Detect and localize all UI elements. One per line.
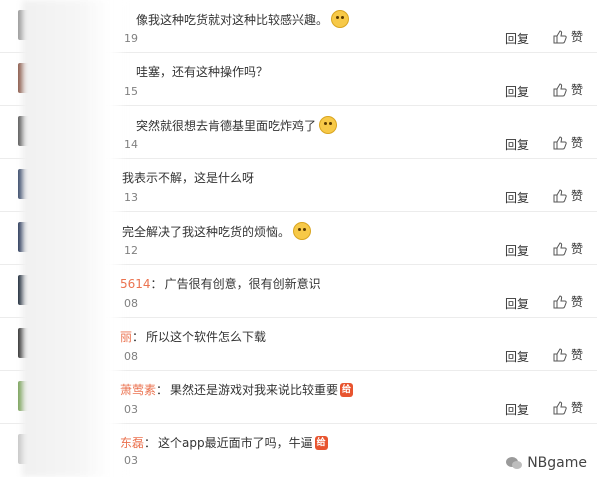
reply-button[interactable]: 回复 <box>505 83 529 100</box>
comment-username[interactable]: 丽 <box>120 328 132 345</box>
like-label: 赞 <box>570 295 583 309</box>
comment-username[interactable]: 萧莺素 <box>120 381 156 398</box>
thumbs-up-icon <box>553 294 567 308</box>
privacy-blur-overlay <box>22 0 127 477</box>
comment-time: 19 <box>124 32 138 45</box>
thumbs-up-icon <box>553 29 567 43</box>
like-label: 赞 <box>570 189 583 203</box>
like-label: 赞 <box>570 348 583 362</box>
comment-time: 08 <box>124 297 138 310</box>
thumbs-up-icon <box>553 82 567 96</box>
comment-time: 13 <box>124 191 138 204</box>
like-label: 赞 <box>570 30 583 44</box>
comment-time: 14 <box>124 138 138 151</box>
like-label: 赞 <box>570 401 583 415</box>
comment-text: 所以这个软件怎么下载 <box>146 330 267 344</box>
comment-text-wrap: 完全解决了我这种吃货的烦恼。 <box>122 222 312 240</box>
like-label: 赞 <box>570 136 583 150</box>
comment-text: 广告很有创意，很有创新意识 <box>164 277 321 291</box>
comment-text-wrap: 5614 ： 广告很有创意，很有创新意识 <box>120 276 321 292</box>
laugh-emoji-icon <box>331 10 350 28</box>
thumbs-up-icon <box>553 241 567 255</box>
comment-text-wrap: 像我这种吃货就对这种比较感兴趣。 <box>136 10 350 28</box>
like-button[interactable]: 赞 <box>553 399 583 416</box>
comment-text: 这个app最近面市了吗，牛逼 <box>158 436 313 450</box>
reply-button[interactable]: 回复 <box>505 189 529 206</box>
thumbs-up-icon <box>553 188 567 202</box>
thumbs-up-icon <box>553 400 567 414</box>
comment-time: 15 <box>124 85 138 98</box>
like-button[interactable]: 赞 <box>553 187 583 204</box>
comment-username[interactable]: 东磊 <box>120 434 144 451</box>
comment-time: 03 <box>124 403 138 416</box>
comment-username[interactable]: 5614 <box>120 277 151 291</box>
comment-text-wrap: 我表示不解，这是什么呀 <box>122 169 254 186</box>
like-button[interactable]: 赞 <box>553 240 583 257</box>
gift-badge-icon[interactable]: 给 <box>314 435 328 450</box>
reply-button[interactable]: 回复 <box>505 136 529 153</box>
reply-button[interactable]: 回复 <box>505 242 529 259</box>
like-button[interactable]: 赞 <box>553 293 583 310</box>
comment-text: 完全解决了我这种吃货的烦恼。 <box>122 224 291 239</box>
reply-button[interactable]: 回复 <box>505 401 529 418</box>
reply-button[interactable]: 回复 <box>505 295 529 312</box>
comment-text: 像我这种吃货就对这种比较感兴趣。 <box>136 12 329 27</box>
comment-text: 我表示不解，这是什么呀 <box>122 171 255 185</box>
thumbs-up-icon <box>553 135 567 149</box>
like-button[interactable]: 赞 <box>553 134 583 151</box>
like-button[interactable]: 赞 <box>553 346 583 363</box>
comment-text: 突然就很想去肯德基里面吃炸鸡了 <box>136 118 317 133</box>
like-button[interactable]: 赞 <box>553 28 583 45</box>
drool-emoji-icon <box>319 116 338 134</box>
smirk-emoji-icon <box>293 222 312 240</box>
comment-text-wrap: 哇塞，还有这种操作吗？ <box>136 63 268 80</box>
comment-text-wrap: 东磊 ： 这个app最近面市了吗，牛逼 给 <box>120 434 328 451</box>
comment-text-wrap: 突然就很想去肯德基里面吃炸鸡了 <box>136 116 338 134</box>
comment-text: 果然还是游戏对我来说比较重要 <box>170 383 339 397</box>
comment-text-wrap: 丽 ： 所以这个软件怎么下载 <box>120 328 267 345</box>
like-button[interactable]: 赞 <box>553 81 583 98</box>
watermark-text: NBgame <box>527 455 587 471</box>
watermark: NBgame <box>505 455 587 471</box>
comment-time: 12 <box>124 244 138 257</box>
gift-badge-icon[interactable]: 给 <box>340 382 354 397</box>
like-label: 赞 <box>570 242 583 256</box>
wechat-icon <box>506 457 523 469</box>
reply-button[interactable]: 回复 <box>505 30 529 47</box>
comment-text: 哇塞，还有这种操作吗？ <box>136 65 269 79</box>
reply-button[interactable]: 回复 <box>505 348 529 365</box>
comment-time: 08 <box>124 350 138 363</box>
thumbs-up-icon <box>553 347 567 361</box>
like-label: 赞 <box>570 83 583 97</box>
comment-text-wrap: 萧莺素 ： 果然还是游戏对我来说比较重要 给 <box>120 381 354 398</box>
comment-time: 03 <box>124 454 138 467</box>
